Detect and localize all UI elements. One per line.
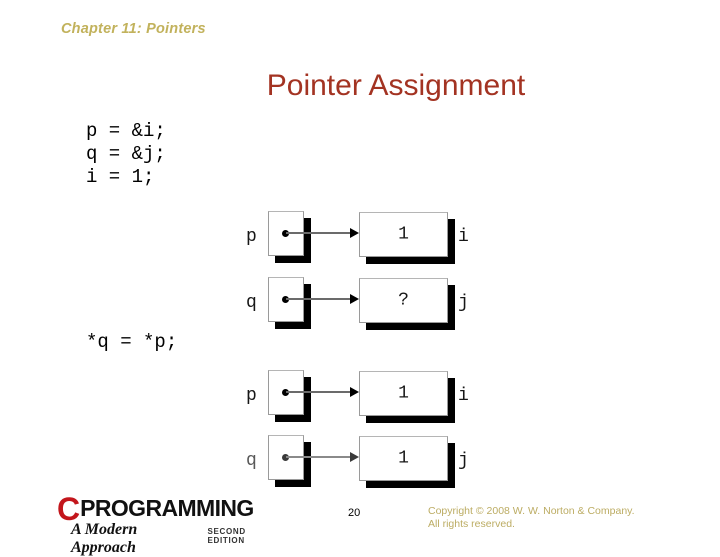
book-logo: C PROGRAMMING A Modern Approach Second E… — [57, 490, 282, 557]
logo-subtitle: A Modern Approach — [71, 521, 138, 556]
pointer-label-p-after: p — [246, 386, 257, 406]
pointer-arrow-head-q — [350, 294, 359, 304]
value-box-i-value: 1 — [398, 224, 409, 245]
value-label-j: j — [458, 293, 469, 313]
logo-subtitle-line: A Modern Approach Second Edition — [71, 521, 282, 557]
chapter-header: Chapter 11: Pointers — [61, 21, 206, 37]
copyright-line-1: Copyright © 2008 W. W. Norton & Company. — [428, 505, 635, 517]
pointer-label-p: p — [246, 227, 257, 247]
value-box-j-value: ? — [398, 290, 409, 311]
pointer-arrow-line-p — [286, 232, 352, 234]
pointer-arrow-head-p-after — [350, 387, 359, 397]
code-block-after: *q = *p; — [86, 331, 178, 353]
value-label-j-after: j — [458, 451, 469, 471]
logo-edition: Second Edition — [207, 527, 246, 545]
pointer-arrow-line-q — [286, 298, 352, 300]
value-box-i-after-value: 1 — [398, 383, 409, 404]
value-box-i: 1 — [359, 212, 448, 257]
logo-programming-word: PROGRAMMING — [80, 495, 254, 521]
value-box-i-after: 1 — [359, 371, 448, 416]
pointer-label-q-after: q — [246, 451, 257, 471]
value-label-i: i — [458, 227, 469, 247]
value-box-j: ? — [359, 278, 448, 323]
value-box-j-after-value: 1 — [398, 448, 409, 469]
value-label-i-after: i — [458, 386, 469, 406]
logo-title-line: C PROGRAMMING — [57, 490, 254, 527]
pointer-arrow-head-q-after — [350, 452, 359, 462]
copyright-notice: Copyright © 2008 W. W. Norton & Company.… — [428, 505, 635, 530]
pointer-label-q: q — [246, 293, 257, 313]
pointer-arrow-line-p-after — [286, 391, 352, 393]
pointer-arrow-head-p — [350, 228, 359, 238]
copyright-line-2: All rights reserved. — [428, 517, 515, 530]
logo-c-letter: C — [57, 490, 80, 527]
page-number: 20 — [348, 507, 361, 519]
pointer-arrow-line-q-after — [286, 456, 352, 458]
value-box-j-after: 1 — [359, 436, 448, 481]
code-block-before: p = &i; q = &j; i = 1; — [86, 120, 166, 188]
page-title: Pointer Assignment — [266, 69, 526, 102]
